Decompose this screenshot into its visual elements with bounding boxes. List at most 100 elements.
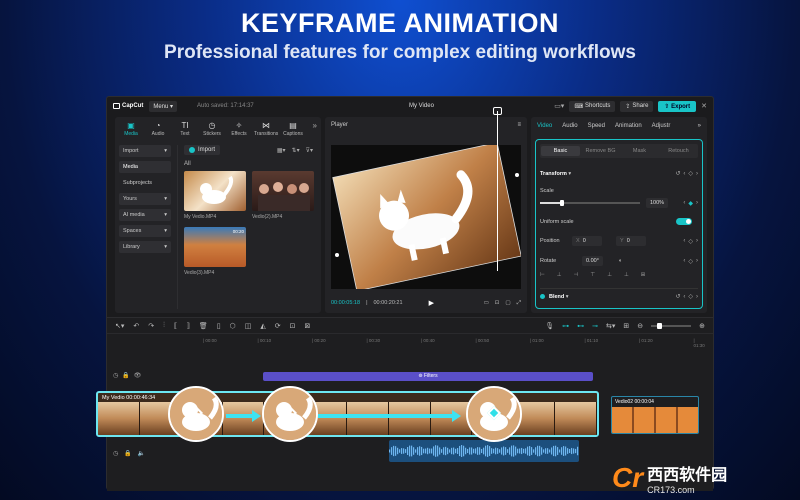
keyframe-prev-icon[interactable]: ‹ xyxy=(683,238,685,244)
microphone-icon[interactable]: 🎙 xyxy=(545,322,554,330)
keyframe-next-icon[interactable]: › xyxy=(696,258,698,264)
close-icon[interactable]: ✕ xyxy=(701,102,707,110)
clock-icon[interactable]: ◷ xyxy=(113,450,118,457)
media-thumb-1[interactable] xyxy=(184,171,246,211)
keyframe-next-icon[interactable]: › xyxy=(696,200,698,206)
zoom-in-icon[interactable]: ⊕ xyxy=(699,322,705,330)
crop-tool-icon[interactable]: ⊡ xyxy=(290,322,296,330)
align-center-icon[interactable]: ⊥ xyxy=(557,272,562,278)
align-bottom-icon[interactable]: ⊥ xyxy=(624,272,629,278)
sort-icon[interactable]: ⇅▾ xyxy=(292,147,300,154)
position-y-field[interactable]: Y 0 xyxy=(616,236,646,246)
sidebar-item-ai-media[interactable]: AI media ▾ xyxy=(119,209,171,221)
keyframe-next-icon[interactable]: › xyxy=(696,294,698,300)
subtab-retouch[interactable]: Retouch xyxy=(659,148,698,154)
reset-icon[interactable]: ↺ xyxy=(675,293,680,300)
export-button[interactable]: ⇧ Export xyxy=(658,100,697,112)
tab-animation[interactable]: Animation xyxy=(615,123,642,137)
sidebar-item-import[interactable]: Import ▾ xyxy=(119,145,171,157)
align-top-icon[interactable]: ⊤ xyxy=(590,272,595,278)
sidebar-item-library[interactable]: Library ▾ xyxy=(119,241,171,253)
distribute-icon[interactable]: ⊞ xyxy=(641,272,646,278)
lock-icon[interactable]: 🔒 xyxy=(124,450,131,457)
split-icon[interactable]: ⫶ xyxy=(163,322,165,330)
rotate-field[interactable]: 0.00° xyxy=(582,256,603,266)
ratio-icon[interactable]: ▭ xyxy=(484,300,489,306)
crop-icon[interactable]: ⊡ xyxy=(495,300,500,306)
filter-icon[interactable]: ⊽▾ xyxy=(306,147,313,154)
rotate-dial-icon[interactable]: ◐ xyxy=(619,258,622,264)
keyframe-diamond-icon[interactable]: ◇ xyxy=(688,170,693,177)
clock-icon[interactable]: ◷ xyxy=(113,372,118,379)
keyframe-next-icon[interactable]: › xyxy=(696,171,698,177)
link-main-icon[interactable]: ⊶ xyxy=(562,322,569,330)
scale-slider[interactable] xyxy=(540,200,640,206)
tab-stickers[interactable]: ◷ Stickers xyxy=(200,121,224,141)
uniform-scale-toggle[interactable] xyxy=(676,218,692,225)
tab-effects[interactable]: ✧ Effects xyxy=(227,121,251,141)
position-x-field[interactable]: X 0 xyxy=(572,236,602,246)
redo-icon[interactable]: ↷ xyxy=(148,322,154,330)
split-left-icon[interactable]: ⟦ xyxy=(174,322,177,330)
expand-icon[interactable]: ▢ xyxy=(505,300,510,306)
undo-icon[interactable]: ↶ xyxy=(133,322,139,330)
subtab-mask[interactable]: Mask xyxy=(620,148,659,154)
scale-slider-handle[interactable] xyxy=(560,200,564,206)
tab-transitions[interactable]: ⋈ Transitions xyxy=(254,121,278,141)
tab-audio-props[interactable]: Audio xyxy=(562,123,577,137)
frame-icon[interactable]: ⊠ xyxy=(304,322,310,330)
scale-value[interactable]: 100% xyxy=(646,198,669,208)
menu-button[interactable]: Menu ▾ xyxy=(149,100,178,112)
tab-video[interactable]: Video xyxy=(537,123,552,137)
more-tabs-icon[interactable]: » xyxy=(313,121,317,141)
keyframe-diamond-icon[interactable]: ◇ xyxy=(688,238,693,245)
layout-icon[interactable]: ▭▾ xyxy=(554,102,564,110)
image-track-icon[interactable]: ⊞ xyxy=(623,322,629,330)
media-thumb-2[interactable] xyxy=(252,171,314,211)
sidebar-item-spaces[interactable]: Spaces ▾ xyxy=(119,225,171,237)
keyframe-diamond-icon[interactable]: ◇ xyxy=(688,258,693,265)
sidebar-item-yours[interactable]: Yours ▾ xyxy=(119,193,171,205)
freeze-icon[interactable]: ▯ xyxy=(217,322,221,330)
preview-axis-icon[interactable]: ⇆▾ xyxy=(606,322,615,330)
subtab-remove-bg[interactable]: Remove BG xyxy=(581,148,620,154)
import-button[interactable]: Import xyxy=(184,145,221,155)
playhead[interactable] xyxy=(497,111,498,271)
tab-audio[interactable]: ◔ Audio xyxy=(146,121,170,141)
filter-track-controls[interactable]: ◷ 🔒 👁 xyxy=(113,372,141,379)
keyframe-diamond-icon[interactable]: ◇ xyxy=(688,293,693,300)
tab-speed[interactable]: Speed xyxy=(588,123,605,137)
sidebar-item-media[interactable]: Media xyxy=(119,161,171,173)
keyframe-prev-icon[interactable]: ‹ xyxy=(683,294,685,300)
mirror-icon[interactable]: ◭ xyxy=(260,322,265,330)
select-tool-icon[interactable]: ↖▾ xyxy=(115,322,124,330)
link-track-icon[interactable]: ⊷ xyxy=(577,322,584,330)
align-right-icon[interactable]: ⊣ xyxy=(574,272,579,278)
keyframe-prev-icon[interactable]: ‹ xyxy=(683,200,685,206)
more-tabs-icon[interactable]: » xyxy=(698,123,701,137)
zoom-slider-handle[interactable] xyxy=(657,322,663,329)
audio-clip[interactable] xyxy=(389,440,579,462)
player-menu-icon[interactable]: ≡ xyxy=(517,122,521,128)
chevron-down-icon[interactable]: ▾ xyxy=(567,171,571,177)
split-right-icon[interactable]: ⟧ xyxy=(186,322,189,330)
tab-media[interactable]: ▣ Media xyxy=(119,121,143,141)
zoom-slider[interactable] xyxy=(651,322,692,329)
grid-view-icon[interactable]: ▦▾ xyxy=(277,147,286,154)
keyframe-diamond-active-icon[interactable]: ◆ xyxy=(688,200,693,207)
keyframe-prev-icon[interactable]: ‹ xyxy=(683,258,685,264)
snap-icon[interactable]: ⊸ xyxy=(592,322,598,330)
rotate-icon[interactable]: ⟳ xyxy=(275,322,281,330)
tab-adjust[interactable]: Adjustr xyxy=(652,123,671,137)
secondary-video-clip[interactable]: Vedio02 00:00:04 xyxy=(611,396,699,434)
blend-checkbox[interactable] xyxy=(540,294,545,299)
fullscreen-icon[interactable]: ⤢ xyxy=(517,300,521,307)
tab-captions[interactable]: ▤ Captions xyxy=(281,121,305,141)
sidebar-item-subprojects[interactable]: Subprojects xyxy=(119,177,171,189)
time-ruler[interactable]: | 00:00 | 00:10 | 00:20 | 00:30 | 00:40 | 00:… xyxy=(203,334,707,348)
tab-text[interactable]: TI Text xyxy=(173,121,197,141)
keyframe-next-icon[interactable]: › xyxy=(696,238,698,244)
lock-icon[interactable]: 🔒 xyxy=(122,372,129,379)
video-preview[interactable] xyxy=(331,145,521,289)
chevron-down-icon[interactable]: ▾ xyxy=(564,294,569,300)
